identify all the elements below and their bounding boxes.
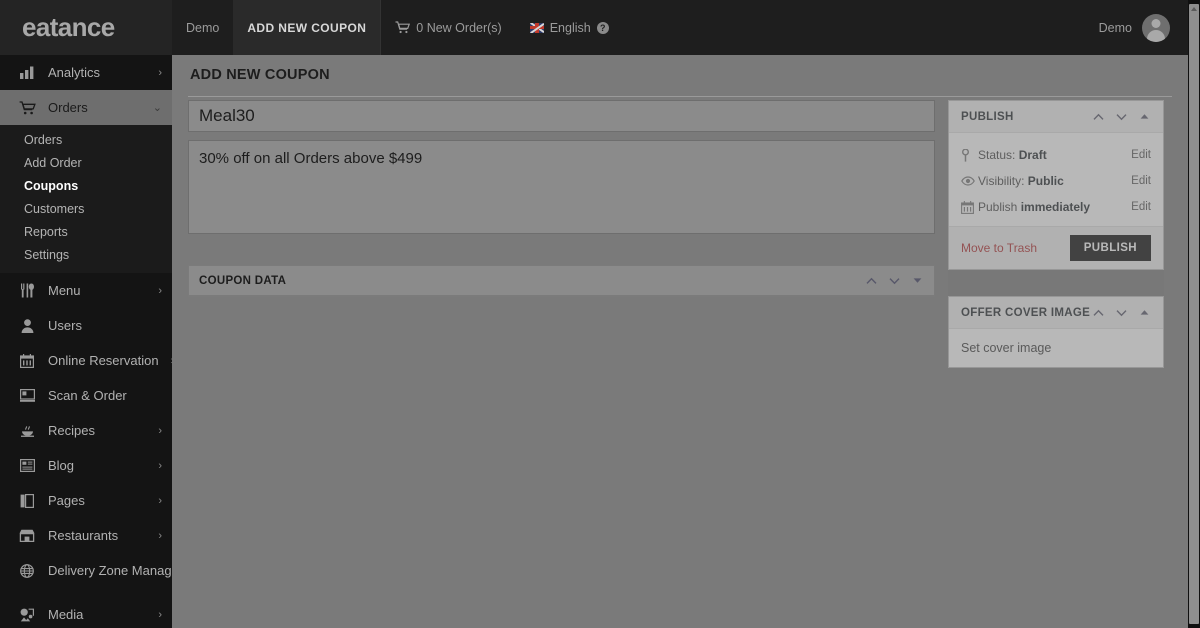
cart-icon	[395, 21, 411, 34]
top-bar: eatance Demo ADD NEW COUPON 0 New Order(…	[0, 0, 1192, 55]
pages-icon	[18, 492, 36, 510]
sidebar-label-pages: Pages	[48, 493, 85, 508]
scrollbar-up-arrow-icon[interactable]	[1191, 7, 1197, 11]
sidebar-divider	[0, 588, 172, 597]
calendar-icon	[18, 352, 36, 370]
top-nav: Demo ADD NEW COUPON 0 New Order(s) Engli…	[172, 0, 623, 55]
globe-icon	[18, 562, 36, 580]
scrollbar-thumb[interactable]	[1189, 4, 1199, 624]
top-nav-item-language[interactable]: English ?	[516, 0, 623, 55]
scan-icon	[18, 387, 36, 405]
sidebar-label-blog: Blog	[48, 458, 75, 473]
cutlery-icon	[18, 282, 36, 300]
sidebar-label-scan-order: Scan & Order	[48, 388, 127, 403]
top-nav-item-demo[interactable]: Demo	[172, 0, 233, 55]
sidebar-subitem-orders[interactable]: Orders	[0, 129, 172, 152]
chevron-right-icon: ›	[158, 494, 162, 507]
sidebar-item-pages[interactable]: Pages ›	[0, 483, 172, 518]
chevron-right-icon: ›	[158, 284, 162, 297]
sidebar-subitem-settings[interactable]: Settings	[0, 244, 172, 267]
sidebar-item-online-reservation[interactable]: Online Reservation ›	[0, 343, 172, 378]
sidebar-item-media[interactable]: Media ›	[0, 597, 172, 628]
sidebar-label-restaurants: Restaurants	[48, 528, 119, 543]
media-icon	[18, 606, 36, 624]
uk-flag-icon	[529, 22, 544, 33]
brand-logo[interactable]: eatance	[0, 0, 172, 55]
bar-chart-icon	[18, 64, 36, 82]
sidebar-item-blog[interactable]: Blog ›	[0, 448, 172, 483]
main-content: ADD NEW COUPON	[172, 55, 1192, 628]
sidebar-label-recipes: Recipes	[48, 423, 95, 438]
sidebar-item-recipes[interactable]: Recipes ›	[0, 413, 172, 448]
chevron-right-icon: ›	[158, 424, 162, 437]
sidebar-item-analytics[interactable]: Analytics ›	[0, 55, 172, 90]
sidebar-label-analytics: Analytics	[48, 65, 101, 80]
help-icon[interactable]: ?	[596, 21, 609, 34]
sidebar-label-delivery-zone-manager: Delivery Zone Manager	[48, 563, 172, 578]
user-icon	[18, 317, 36, 335]
chevron-right-icon: ›	[158, 459, 162, 472]
chevron-down-icon: ⌄	[152, 102, 162, 114]
top-user-name: Demo	[1098, 20, 1132, 35]
avatar[interactable]	[1142, 13, 1170, 42]
top-nav-item-add-new-coupon[interactable]: ADD NEW COUPON	[233, 0, 381, 55]
sidebar-subitem-reports[interactable]: Reports	[0, 221, 172, 244]
sidebar-label-orders: Orders	[48, 100, 88, 115]
sidebar-label-users: Users	[48, 318, 82, 333]
sidebar-item-delivery-zone-manager[interactable]: Delivery Zone Manager ›	[0, 553, 172, 588]
top-nav-label-language: English	[549, 20, 591, 35]
page-title-divider	[188, 96, 1172, 97]
sidebar-subitem-customers[interactable]: Customers	[0, 198, 172, 221]
chevron-right-icon: ›	[171, 355, 172, 367]
sidebar-item-users[interactable]: Users	[0, 308, 172, 343]
sidebar-item-scan-order[interactable]: Scan & Order	[0, 378, 172, 413]
page-scrollbar[interactable]	[1188, 0, 1200, 628]
brand-logo-text: eatance	[22, 12, 115, 42]
sidebar: Analytics › Orders ⌄ Orders Add Order Co…	[0, 55, 172, 628]
top-nav-item-new-orders[interactable]: 0 New Order(s)	[380, 0, 515, 55]
blog-icon	[18, 457, 36, 475]
sidebar-subitem-coupons[interactable]: Coupons	[0, 175, 172, 198]
chevron-right-icon: ›	[158, 608, 162, 621]
store-icon	[18, 527, 36, 545]
sidebar-subitem-add-order[interactable]: Add Order	[0, 152, 172, 175]
app-root: eatance Demo ADD NEW COUPON 0 New Order(…	[0, 0, 1200, 628]
top-nav-label-demo: Demo	[186, 20, 220, 35]
chevron-right-icon: ›	[158, 66, 162, 79]
sidebar-label-online-reservation: Online Reservation	[48, 353, 159, 368]
sidebar-item-restaurants[interactable]: Restaurants ›	[0, 518, 172, 553]
cart-icon	[18, 99, 36, 117]
recipe-icon	[18, 422, 36, 440]
sidebar-item-menu[interactable]: Menu ›	[0, 273, 172, 308]
sidebar-label-menu: Menu	[48, 283, 81, 298]
sidebar-item-orders[interactable]: Orders ⌄	[0, 90, 172, 125]
sidebar-label-media: Media	[48, 607, 84, 622]
top-nav-label-add-new-coupon: ADD NEW COUPON	[247, 20, 367, 35]
page-title: ADD NEW COUPON	[190, 67, 330, 83]
top-bar-right: Demo	[1099, 0, 1192, 55]
top-nav-label-new-orders: 0 New Order(s)	[416, 20, 502, 35]
sidebar-submenu-orders: Orders Add Order Coupons Customers Repor…	[0, 125, 172, 273]
chevron-right-icon: ›	[158, 529, 162, 542]
